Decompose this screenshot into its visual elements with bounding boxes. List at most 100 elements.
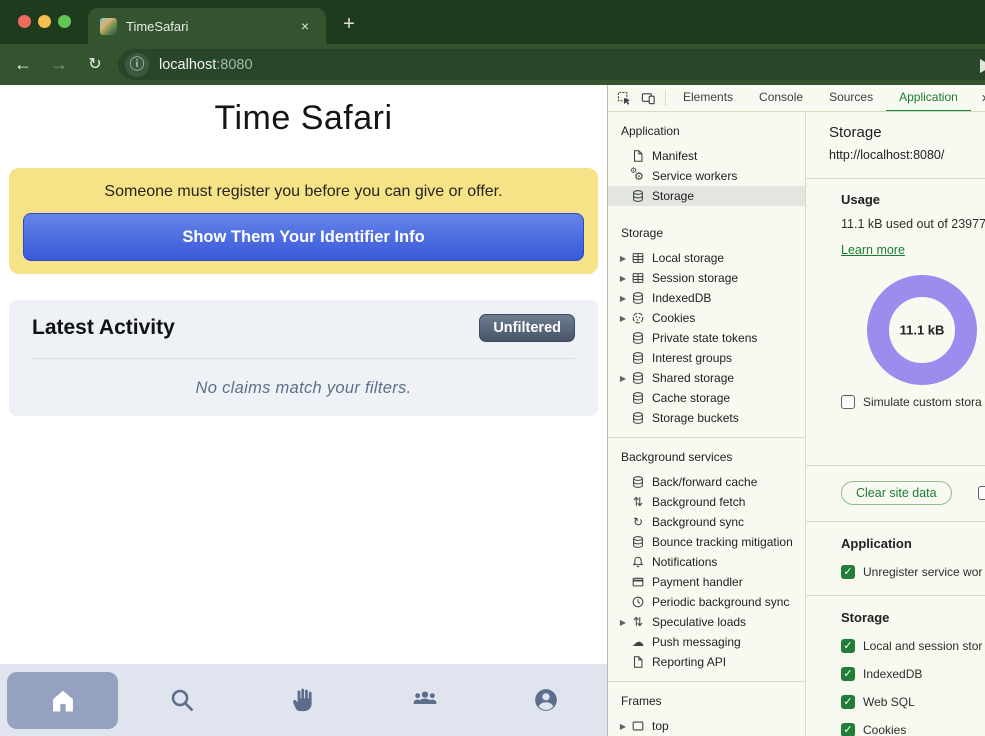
site-info-icon[interactable]: ⓘ <box>125 53 149 77</box>
tree-item-service-workers[interactable]: ⚙⚙ Service workers <box>608 166 805 186</box>
indexeddb-row[interactable]: ✓ IndexedDB <box>841 667 985 681</box>
new-tab-button[interactable]: + <box>336 12 362 38</box>
checkbox-checked[interactable]: ✓ <box>841 639 855 653</box>
close-window-button[interactable] <box>18 15 31 28</box>
tree-item-storage-buckets[interactable]: Storage buckets <box>608 408 805 428</box>
tab-favicon <box>100 18 117 35</box>
storage-section-heading: Storage <box>841 610 985 625</box>
tree-item-label: Notifications <box>652 555 717 569</box>
tree-item-speculative-loads[interactable]: ▶ ⇅ Speculative loads <box>608 612 805 632</box>
tree-item-manifest[interactable]: Manifest <box>608 146 805 166</box>
sync-icon: ↻ <box>630 514 646 530</box>
tree-item-session-storage[interactable]: ▶ Session storage <box>608 268 805 288</box>
expand-arrow-icon[interactable]: ▶ <box>616 274 630 283</box>
browser-tab[interactable]: TimeSafari × <box>88 8 326 44</box>
tree-item-private-state-tokens[interactable]: Private state tokens <box>608 328 805 348</box>
tree-item-storage[interactable]: Storage <box>608 186 805 206</box>
expand-arrow-icon[interactable]: ▶ <box>616 294 630 303</box>
unfiltered-button[interactable]: Unfiltered <box>479 314 575 342</box>
tab-sources[interactable]: Sources <box>816 85 886 112</box>
tab-elements[interactable]: Elements <box>670 85 746 112</box>
device-toolbar-icon[interactable] <box>641 91 656 106</box>
checkbox-label: Simulate custom stora <box>863 395 982 409</box>
unregister-sw-row[interactable]: ✓ Unregister service wor <box>841 565 985 579</box>
tree-item-shared-storage[interactable]: ▶ Shared storage <box>608 368 805 388</box>
title-bar: TimeSafari × + <box>0 0 985 44</box>
tree-item-back-forward-cache[interactable]: Back/forward cache <box>608 472 805 492</box>
expand-arrow-icon[interactable]: ▶ <box>616 722 630 731</box>
nav-home[interactable] <box>0 664 121 736</box>
database-icon <box>630 330 646 346</box>
nav-projects[interactable] <box>243 664 364 736</box>
card-divider <box>32 358 575 359</box>
bottom-navigation <box>0 664 607 736</box>
tree-item-cache-storage[interactable]: Cache storage <box>608 388 805 408</box>
nav-search[interactable] <box>121 664 242 736</box>
home-active-pill[interactable] <box>7 672 118 729</box>
up-down-arrows-icon: ⇅ <box>630 614 646 630</box>
people-icon <box>411 686 439 714</box>
minimize-window-button[interactable] <box>38 15 51 28</box>
tree-item-push-messaging[interactable]: ☁ Push messaging <box>608 632 805 652</box>
tree-item-interest-groups[interactable]: Interest groups <box>608 348 805 368</box>
cookies-row[interactable]: ✓ Cookies <box>841 723 985 736</box>
include-third-party-row[interactable]: in <box>978 486 985 500</box>
database-icon <box>630 188 646 204</box>
back-button[interactable]: ← <box>10 52 36 78</box>
tree-item-top-frame[interactable]: ▶ top <box>608 716 805 736</box>
checkbox-checked[interactable]: ✓ <box>841 723 855 736</box>
tree-item-notifications[interactable]: Notifications <box>608 552 805 572</box>
checkbox-label: Local and session stor <box>863 639 982 653</box>
reload-button[interactable]: ↻ <box>82 52 108 78</box>
bell-icon <box>630 554 646 570</box>
hand-icon <box>290 686 318 714</box>
local-session-storage-row[interactable]: ✓ Local and session stor <box>841 639 985 653</box>
empty-claims-message: No claims match your filters. <box>32 379 575 398</box>
clock-icon <box>630 594 646 610</box>
tree-item-bounce-tracking[interactable]: Bounce tracking mitigation <box>608 532 805 552</box>
tree-item-indexeddb[interactable]: ▶ IndexedDB <box>608 288 805 308</box>
tree-item-periodic-background-sync[interactable]: Periodic background sync <box>608 592 805 612</box>
checkbox-checked[interactable]: ✓ <box>841 667 855 681</box>
nav-contacts[interactable] <box>364 664 485 736</box>
tree-item-local-storage[interactable]: ▶ Local storage <box>608 248 805 268</box>
learn-more-link[interactable]: Learn more <box>841 243 905 257</box>
tab-application[interactable]: Application <box>886 85 971 112</box>
database-icon <box>630 390 646 406</box>
payment-card-icon <box>630 574 646 590</box>
more-tabs-icon[interactable]: » <box>982 89 985 106</box>
maximize-window-button[interactable] <box>58 15 71 28</box>
address-bar[interactable]: ⓘ localhost:8080 <box>118 49 985 80</box>
tab-console[interactable]: Console <box>746 85 816 112</box>
expand-arrow-icon[interactable]: ▶ <box>616 374 630 383</box>
tree-item-reporting-api[interactable]: Reporting API <box>608 652 805 672</box>
panel-divider <box>806 595 985 596</box>
tree-item-label: Local storage <box>652 251 724 265</box>
tree-item-label: Interest groups <box>652 351 732 365</box>
clear-site-data-button[interactable]: Clear site data <box>841 481 952 505</box>
checkbox-checked[interactable]: ✓ <box>841 565 855 579</box>
inspect-element-icon[interactable] <box>617 91 632 106</box>
expand-arrow-icon[interactable]: ▶ <box>616 618 630 627</box>
show-identifier-info-button[interactable]: Show Them Your Identifier Info <box>23 213 584 261</box>
tree-item-cookies[interactable]: ▶ Cookies <box>608 308 805 328</box>
websql-row[interactable]: ✓ Web SQL <box>841 695 985 709</box>
nav-profile[interactable] <box>486 664 607 736</box>
tree-item-payment-handler[interactable]: Payment handler <box>608 572 805 592</box>
checkbox-checked[interactable]: ✓ <box>841 695 855 709</box>
tab-close-icon[interactable]: × <box>296 18 314 34</box>
expand-arrow-icon[interactable]: ▶ <box>616 314 630 323</box>
checkbox-unchecked[interactable] <box>978 486 985 500</box>
expand-arrow-icon[interactable]: ▶ <box>616 254 630 263</box>
checkbox-label: IndexedDB <box>863 667 922 681</box>
panel-origin: http://localhost:8080/ <box>829 148 985 162</box>
tree-item-label: Bounce tracking mitigation <box>652 535 793 549</box>
tree-item-background-sync[interactable]: ↻ Background sync <box>608 512 805 532</box>
checkbox-label: Unregister service wor <box>863 565 982 579</box>
simulate-quota-row[interactable]: Simulate custom stora <box>841 395 985 409</box>
devtools-sidebar: Application Manifest ⚙⚙ Service workers … <box>608 112 806 736</box>
sidebar-section-application: Application <box>608 112 805 146</box>
tree-item-background-fetch[interactable]: ⇅ Background fetch <box>608 492 805 512</box>
checkbox-unchecked[interactable] <box>841 395 855 409</box>
database-icon <box>630 410 646 426</box>
